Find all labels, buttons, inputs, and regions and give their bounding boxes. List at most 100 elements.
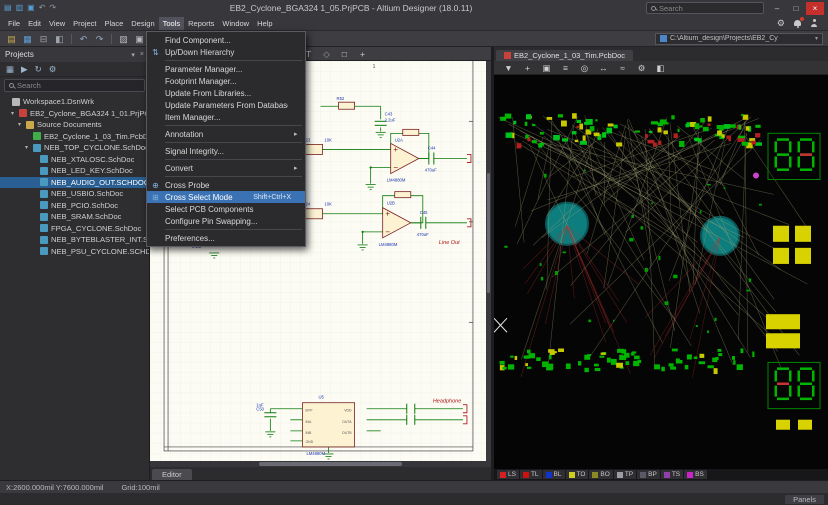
open-document-icon[interactable]: ▥ bbox=[16, 4, 24, 12]
project-path-combo[interactable]: C:\Altium_design\Projects\EB2_Cy ▾ bbox=[655, 33, 823, 45]
pcb-document-tab[interactable]: EB2_Cyclone_1_03_Tim.PcbDoc bbox=[496, 50, 633, 61]
board-2d-icon[interactable]: ▣ bbox=[540, 62, 553, 74]
layer-tab-bp[interactable]: BP bbox=[637, 470, 660, 479]
compile-project-icon[interactable]: ▶ bbox=[21, 64, 28, 75]
undo-icon[interactable]: ↶ bbox=[77, 33, 90, 45]
projects-search-input[interactable] bbox=[17, 81, 140, 90]
tree-item-neb-xtalosc-schdoc[interactable]: NEB_XTALOSC.SchDoc bbox=[0, 154, 149, 166]
projects-search-box[interactable] bbox=[4, 79, 145, 92]
open-project-icon[interactable]: ▤ bbox=[5, 33, 18, 45]
tree-item-neb-usbio-schdoc[interactable]: NEB_USBIO.SchDoc bbox=[0, 188, 149, 200]
user-profile-icon[interactable] bbox=[810, 19, 818, 27]
tree-item-eb2-cyclone-1-03-tim-pcbdoc[interactable]: EB2_Cyclone_1_03_Tim.PcbDoc bbox=[0, 131, 149, 143]
expand-arrow-icon[interactable]: ▾ bbox=[23, 144, 30, 151]
menu-item-select-pcb-components[interactable]: Select PCB Components bbox=[147, 203, 305, 215]
pcb-canvas[interactable]: LSTLBLTOBOTPBPTSBS bbox=[494, 75, 828, 480]
menu-reports[interactable]: Reports bbox=[184, 17, 218, 30]
menu-item-parameter-manager[interactable]: Parameter Manager... bbox=[147, 63, 305, 75]
minimize-button[interactable]: – bbox=[768, 2, 786, 15]
scrollbar-thumb[interactable] bbox=[259, 462, 402, 466]
undo-icon[interactable]: ↶ bbox=[39, 4, 46, 12]
notifications-bell-icon[interactable] bbox=[794, 20, 801, 26]
refresh-icon[interactable]: ↻ bbox=[35, 64, 42, 75]
menu-item-convert[interactable]: Convert▸ bbox=[147, 162, 305, 174]
tree-item-neb-top-cyclone-schdoc[interactable]: ▾NEB_TOP_CYCLONE.SchDoc bbox=[0, 142, 149, 154]
search-input[interactable] bbox=[659, 4, 759, 13]
horizontal-scrollbar[interactable] bbox=[150, 461, 491, 467]
cut-icon[interactable]: ▨ bbox=[117, 33, 130, 45]
save-all-icon[interactable]: ▦ bbox=[21, 33, 34, 45]
mask-level-icon[interactable]: ◧ bbox=[654, 62, 667, 74]
layer-tab-bo[interactable]: BO bbox=[589, 470, 612, 479]
menu-item-cross-probe[interactable]: ⊕Cross Probe bbox=[147, 179, 305, 191]
menu-edit[interactable]: Edit bbox=[24, 17, 45, 30]
menu-item-preferences[interactable]: Preferences... bbox=[147, 232, 305, 244]
tree-item-neb-psu-cyclone-schdoc[interactable]: NEB_PSU_CYCLONE.SCHDOC bbox=[0, 246, 149, 258]
menu-item-update-from-libraries[interactable]: Update From Libraries... bbox=[147, 87, 305, 99]
preferences-icon[interactable]: ⚙ bbox=[635, 62, 648, 74]
menu-item-cross-select-mode[interactable]: ⊞Cross Select ModeShift+Ctrl+X bbox=[147, 191, 305, 203]
chevron-down-icon[interactable]: ▾ bbox=[815, 35, 818, 42]
save-document-icon[interactable]: ▣ bbox=[27, 4, 35, 12]
tree-item-workspace1-dsnwrk[interactable]: Workspace1.DsnWrk bbox=[0, 96, 149, 108]
zoom-in-icon[interactable]: + bbox=[356, 48, 369, 60]
scrollbar-thumb[interactable] bbox=[487, 173, 490, 293]
menu-item-update-parameters-from-database[interactable]: Update Parameters From Database... bbox=[147, 99, 305, 111]
layer-tab-tp[interactable]: TP bbox=[614, 470, 636, 479]
menu-item-find-component[interactable]: Find Component... bbox=[147, 34, 305, 46]
measure-icon[interactable]: ↔ bbox=[597, 62, 610, 74]
menu-item-item-manager[interactable]: Item Manager... bbox=[147, 111, 305, 123]
layer-tab-tl[interactable]: TL bbox=[520, 470, 542, 479]
layer-tab-ls[interactable]: LS bbox=[497, 470, 519, 479]
layer-tab-ts[interactable]: TS bbox=[661, 470, 683, 479]
filter-icon[interactable]: ▼ bbox=[502, 62, 515, 74]
save-all-icon[interactable]: ▦ bbox=[6, 64, 14, 75]
menu-file[interactable]: File bbox=[4, 17, 24, 30]
tree-item-neb-audio-out-schdoc[interactable]: NEB_AUDIO_OUT.SCHDOC bbox=[0, 177, 149, 189]
expand-arrow-icon[interactable]: ▾ bbox=[16, 121, 23, 128]
expand-arrow-icon[interactable]: ▾ bbox=[9, 110, 16, 117]
route-icon[interactable]: ≈ bbox=[616, 62, 629, 74]
menu-view[interactable]: View bbox=[45, 17, 69, 30]
menu-item-signal-integrity[interactable]: Signal Integrity... bbox=[147, 145, 305, 157]
tree-item-neb-pcio-schdoc[interactable]: NEB_PCIO.SchDoc bbox=[0, 200, 149, 212]
menu-tools[interactable]: Tools bbox=[159, 17, 185, 30]
print-icon[interactable]: ⊟ bbox=[37, 33, 50, 45]
tree-item-neb-byteblaster-int-schdoc[interactable]: NEB_BYTEBLASTER_INT.SchDoc bbox=[0, 234, 149, 246]
project-options-icon[interactable]: ⚙ bbox=[49, 64, 57, 75]
panel-close-icon[interactable]: × bbox=[140, 51, 144, 59]
menu-window[interactable]: Window bbox=[218, 17, 253, 30]
zoom-fit-icon[interactable]: □ bbox=[338, 48, 351, 60]
layer-tab-to[interactable]: TO bbox=[566, 470, 589, 479]
tree-item-source-documents[interactable]: ▾Source Documents bbox=[0, 119, 149, 131]
panel-menu-icon[interactable]: ▾ bbox=[131, 51, 135, 59]
settings-gear-icon[interactable]: ⚙ bbox=[777, 18, 785, 29]
crosshair-icon[interactable]: + bbox=[521, 62, 534, 74]
maximize-button[interactable]: □ bbox=[787, 2, 805, 15]
global-search-box[interactable] bbox=[646, 2, 764, 14]
menu-help[interactable]: Help bbox=[253, 17, 276, 30]
menu-item-annotation[interactable]: Annotation▸ bbox=[147, 128, 305, 140]
layer-stack-icon[interactable]: ≡ bbox=[559, 62, 572, 74]
menu-project[interactable]: Project bbox=[69, 17, 100, 30]
redo-icon[interactable]: ↷ bbox=[49, 4, 56, 12]
close-button[interactable]: × bbox=[806, 2, 824, 15]
zoom-area-icon[interactable]: ◧ bbox=[53, 33, 66, 45]
panels-button[interactable]: Panels bbox=[785, 495, 824, 504]
tree-item-neb-led-key-schdoc[interactable]: NEB_LED_KEY.SchDoc bbox=[0, 165, 149, 177]
redo-icon[interactable]: ↷ bbox=[93, 33, 106, 45]
copy-icon[interactable]: ▣ bbox=[133, 33, 146, 45]
polygon-icon[interactable]: ◇ bbox=[320, 48, 333, 60]
menu-item-up-down-hierarchy[interactable]: ⇅Up/Down Hierarchy bbox=[147, 46, 305, 58]
tree-item-fpga-cyclone-schdoc[interactable]: FPGA_CYCLONE.SchDoc bbox=[0, 223, 149, 235]
layer-tab-bl[interactable]: BL bbox=[543, 470, 565, 479]
tree-item-eb2-cyclone-bga324-1-01-prjpcb[interactable]: ▾EB2_Cyclone_BGA324 1_01.PrjPCB * bbox=[0, 108, 149, 120]
new-document-icon[interactable]: ▤ bbox=[4, 4, 12, 12]
view-config-icon[interactable]: ◎ bbox=[578, 62, 591, 74]
menu-item-configure-pin-swapping[interactable]: Configure Pin Swapping... bbox=[147, 215, 305, 227]
layer-tab-bs[interactable]: BS bbox=[684, 470, 707, 479]
vertical-scrollbar[interactable] bbox=[486, 61, 491, 461]
editor-tab[interactable]: Editor bbox=[152, 469, 192, 480]
menu-place[interactable]: Place bbox=[101, 17, 128, 30]
tree-item-neb-sram-schdoc[interactable]: NEB_SRAM.SchDoc bbox=[0, 211, 149, 223]
